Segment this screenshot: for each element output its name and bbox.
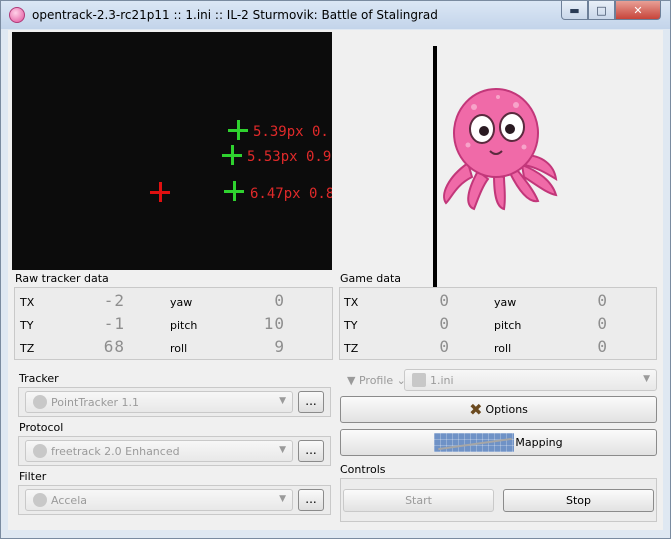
point-label: 5.39px 0. <box>253 124 329 140</box>
axis-label: roll <box>494 342 512 355</box>
axis-label: TX <box>344 296 359 309</box>
filter-icon <box>33 493 47 507</box>
mapping-label: Mapping <box>515 436 563 449</box>
tracker-icon <box>33 395 47 409</box>
close-button[interactable]: ✕ <box>615 1 661 20</box>
octopus-app-icon <box>9 7 25 23</box>
game-data-group: TX 0 yaw 0 TY 0 pitch 0 TZ 0 roll 0 <box>339 287 657 360</box>
protocol-select[interactable]: freetrack 2.0 Enhanced ▼ <box>25 440 293 462</box>
axis-label: TY <box>20 319 34 332</box>
mapping-curve-icon <box>434 433 515 452</box>
tracked-point-marker <box>222 145 242 165</box>
profile-file-icon <box>412 373 426 387</box>
filter-title: Filter <box>19 470 47 483</box>
title-bar[interactable]: opentrack-2.3-rc21p11 :: 1.ini :: IL-2 S… <box>1 1 670 29</box>
axis-label: pitch <box>170 319 198 332</box>
game-yaw-value: 0 <box>597 291 608 310</box>
protocol-title: Protocol <box>19 421 64 434</box>
maximize-button[interactable]: □ <box>588 1 615 20</box>
filter-settings-button[interactable]: ... <box>298 489 324 511</box>
point-label: 5.53px 0.9 <box>247 149 332 165</box>
axis-label: TX <box>20 296 35 309</box>
tools-icon: ✖ <box>469 400 483 419</box>
axis-label: yaw <box>170 296 193 309</box>
profile-selected: 1.ini <box>430 373 454 387</box>
raw-ty-value: -1 <box>103 314 125 333</box>
point-label: 6.47px 0.8 <box>250 186 332 202</box>
stop-button[interactable]: Stop <box>503 489 654 512</box>
tracker-selected: PointTracker 1.1 <box>51 395 139 409</box>
chevron-down-icon: ▼ <box>279 445 286 455</box>
raw-tz-value: 68 <box>103 337 125 356</box>
tracker-select[interactable]: PointTracker 1.1 ▼ <box>25 391 293 413</box>
raw-pitch-value: 10 <box>263 314 285 333</box>
raw-yaw-value: 0 <box>274 291 285 310</box>
tracker-video-preview: 5.39px 0. 5.53px 0.9 6.47px 0.8 <box>12 32 332 270</box>
chevron-down-icon: ▼ <box>643 374 650 384</box>
start-button[interactable]: Start <box>343 489 494 512</box>
options-label: Options <box>485 403 528 416</box>
window-title: opentrack-2.3-rc21p11 :: 1.ini :: IL-2 S… <box>32 8 438 22</box>
raw-tracker-group: TX -2 yaw 0 TY -1 pitch 10 TZ 68 roll 9 <box>14 287 333 360</box>
game-ty-value: 0 <box>439 314 450 333</box>
chevron-down-icon: ▼ <box>279 494 286 504</box>
tracker-title: Tracker <box>19 372 59 385</box>
mapping-button[interactable]: Mapping <box>340 429 657 456</box>
game-tz-value: 0 <box>439 337 450 356</box>
octopus-pose-icon <box>443 88 558 211</box>
axis-label: TZ <box>344 342 359 355</box>
axis-label: TY <box>344 319 358 332</box>
chevron-down-icon: ▼ <box>347 374 359 387</box>
profile-menu-button[interactable]: ▼ Profile ⌄ <box>347 374 406 387</box>
game-tx-value: 0 <box>439 291 450 310</box>
axis-label: TZ <box>20 342 35 355</box>
game-pitch-value: 0 <box>597 314 608 333</box>
axis-label: pitch <box>494 319 522 332</box>
protocol-settings-button[interactable]: ... <box>298 440 324 462</box>
chevron-down-icon: ▼ <box>279 396 286 406</box>
tracked-point-marker <box>228 120 248 140</box>
tracked-point-marker <box>224 181 244 201</box>
raw-roll-value: 9 <box>274 337 285 356</box>
filter-select[interactable]: Accela ▼ <box>25 489 293 511</box>
options-button[interactable]: ✖ Options <box>340 396 657 423</box>
protocol-selected: freetrack 2.0 Enhanced <box>51 444 180 458</box>
axis-label: yaw <box>494 296 517 309</box>
axis-label: roll <box>170 342 188 355</box>
profile-select[interactable]: 1.ini ▼ <box>404 369 657 391</box>
profile-label: Profile <box>358 374 394 387</box>
protocol-icon <box>33 444 47 458</box>
minimize-button[interactable]: ▬ <box>561 1 588 20</box>
game-roll-value: 0 <box>597 337 608 356</box>
center-marker <box>150 182 170 202</box>
tracker-settings-button[interactable]: ... <box>298 391 324 413</box>
raw-tracker-title: Raw tracker data <box>15 272 109 285</box>
filter-selected: Accela <box>51 493 87 507</box>
game-data-title: Game data <box>340 272 402 285</box>
raw-tx-value: -2 <box>103 291 125 310</box>
controls-title: Controls <box>340 463 386 476</box>
